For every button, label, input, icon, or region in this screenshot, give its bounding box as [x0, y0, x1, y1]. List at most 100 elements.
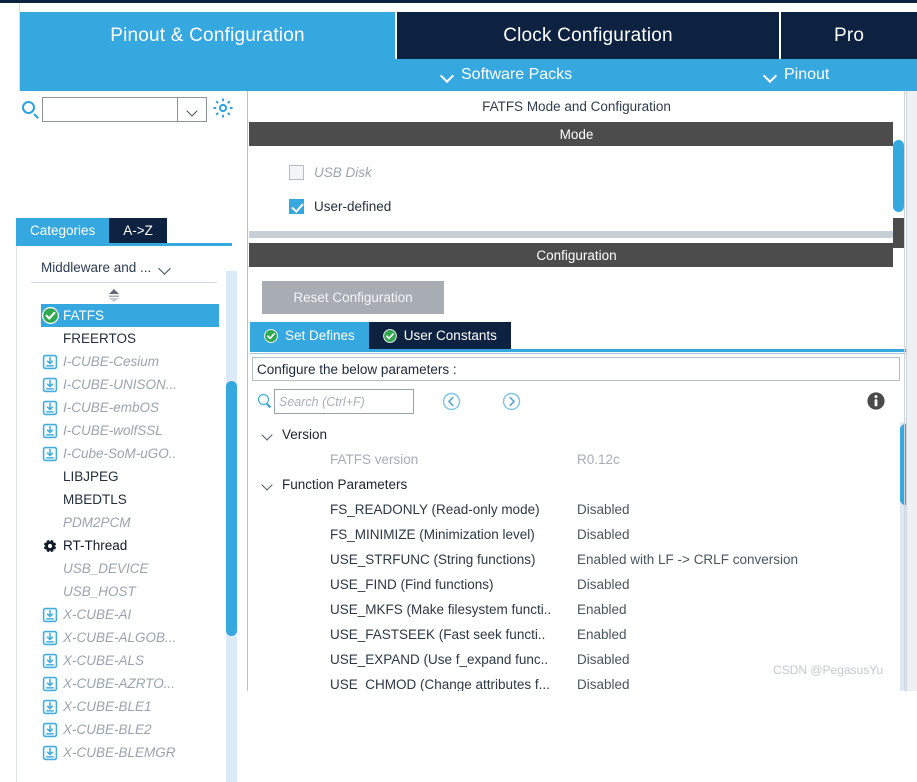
sidebar-search-input[interactable] [43, 98, 177, 121]
tab-a-to-z[interactable]: A->Z [109, 218, 167, 243]
component-list-item[interactable]: I-CUBE-wolfSSL [17, 419, 232, 442]
info-icon[interactable] [866, 391, 886, 411]
window-scrollbar-track[interactable] [906, 91, 917, 691]
circle-right-arrow-icon[interactable] [502, 392, 521, 411]
content-scrollbar-thumb[interactable] [893, 140, 904, 212]
tab-project-manager[interactable]: Pro [781, 12, 917, 59]
checkbox-checked-icon[interactable] [289, 199, 304, 214]
chevron-down-icon [764, 71, 777, 79]
parameter-name: USE_MKFS (Make filesystem functi.. [330, 602, 552, 617]
parameter-row[interactable]: USE_MKFS (Make filesystem functi.. Enable… [252, 597, 900, 622]
sidebar-search-dropdown-button[interactable] [177, 98, 206, 121]
parameter-value[interactable]: Enabled with LF -> CRLF conversion [577, 552, 798, 567]
parameter-group-row[interactable]: Version [252, 422, 900, 447]
component-list-item[interactable]: MBEDTLS [17, 488, 232, 511]
component-list-item[interactable]: FREERTOS [17, 327, 232, 350]
tab-pinout-configuration-label: Pinout & Configuration [110, 24, 305, 46]
mode-section-header: Mode [249, 122, 904, 146]
parameter-name: USE_CHMOD (Change attributes f... [330, 677, 550, 691]
software-packs-menu[interactable]: Software Packs [441, 59, 572, 91]
parameter-row[interactable]: FS_MINIMIZE (Minimization level) Disabled [252, 522, 900, 547]
parameter-name: FS_MINIMIZE (Minimization level) [330, 527, 535, 542]
parameter-name: FATFS version [330, 452, 419, 467]
component-list-item[interactable]: X-CUBE-BLE2 [17, 718, 232, 741]
parameter-row[interactable]: USE_FIND (Find functions) Disabled [252, 572, 900, 597]
component-list-item-label: X-CUBE-BLE2 [63, 721, 152, 737]
mode-option-usb-disk[interactable]: USB Disk [289, 165, 372, 180]
green-check-icon [264, 328, 278, 343]
component-list-item[interactable]: I-CUBE-UNISON... [17, 373, 232, 396]
parameter-name: USE_STRFUNC (String functions) [330, 552, 536, 567]
chevron-down-icon[interactable] [262, 431, 273, 438]
reset-configuration-button[interactable]: Reset Configuration [262, 281, 444, 314]
component-list-item[interactable]: FATFS [41, 304, 219, 327]
component-list-item[interactable]: USB_HOST [17, 580, 232, 603]
tab-pinout-configuration[interactable]: Pinout & Configuration [20, 12, 395, 59]
pinout-menu[interactable]: Pinout [764, 59, 829, 91]
component-list-item[interactable]: I-Cube-SoM-uGO.. [17, 442, 232, 465]
parameter-value[interactable]: Enabled [577, 602, 627, 617]
watermark: CSDN @PegasusYu [773, 663, 884, 677]
green-check-icon [41, 307, 59, 325]
component-list-item[interactable]: LIBJPEG [17, 465, 232, 488]
parameter-value[interactable]: R0.12c [577, 452, 620, 467]
configuration-tab-group: Set Defines User Constants [250, 322, 511, 349]
component-list-item-label: FREERTOS [63, 330, 137, 346]
tab-clock-configuration-label: Clock Configuration [503, 24, 673, 46]
parameter-search-box[interactable] [274, 389, 414, 414]
parameter-value[interactable]: Disabled [577, 677, 630, 691]
component-list: FATFS FREERTOS I-CUBE-Cesium I-CUBE-UNISON.… [17, 304, 232, 782]
sidebar-search-box[interactable] [42, 97, 207, 122]
component-list-item[interactable]: X-CUBE-BLE1 [17, 695, 232, 718]
sidebar-search-row [0, 91, 248, 127]
component-list-item[interactable]: X-CUBE-BLEMGR [17, 741, 232, 764]
tab-clock-configuration[interactable]: Clock Configuration [397, 12, 779, 59]
parameter-value[interactable]: Disabled [577, 652, 630, 667]
parameter-search-input[interactable] [275, 394, 413, 409]
parameter-value[interactable]: Disabled [577, 577, 630, 592]
download-icon [41, 422, 59, 440]
parameter-tree: Version FATFS version R0.12c Function Param… [252, 422, 900, 691]
gear-dark-icon [41, 537, 59, 555]
tab-user-constants[interactable]: User Constants [368, 322, 511, 349]
parameter-value[interactable]: Disabled [577, 527, 630, 542]
parameter-row[interactable]: USE_STRFUNC (String functions) Enabled wi… [252, 547, 900, 572]
checkbox-unchecked-icon[interactable] [289, 165, 304, 180]
download-icon [41, 445, 59, 463]
tab-set-defines[interactable]: Set Defines [250, 322, 369, 349]
component-list-item[interactable]: RT-Thread [17, 534, 232, 557]
component-list-item[interactable]: X-CUBE-ALS [17, 649, 232, 672]
gear-icon[interactable] [212, 97, 234, 122]
component-list-item[interactable]: X-CUBE-AI [17, 603, 232, 626]
no-icon-spacer [41, 491, 59, 509]
component-list-item-label: I-Cube-SoM-uGO.. [63, 445, 177, 461]
circle-left-arrow-icon[interactable] [442, 392, 461, 411]
parameter-group-label: Function Parameters [282, 477, 408, 492]
component-list-item-label: X-CUBE-ALS [63, 652, 145, 668]
parameter-row[interactable]: USE_FASTSEEK (Fast seek functi.. Enabled [252, 622, 900, 647]
tab-categories[interactable]: Categories [16, 218, 110, 243]
parameter-value[interactable]: Enabled [577, 627, 627, 642]
scroll-up-arrow-icon[interactable] [103, 288, 125, 304]
group-middleware-header[interactable]: Middleware and ... [17, 254, 232, 280]
component-list-item-label: LIBJPEG [63, 468, 119, 484]
mode-option-user-defined[interactable]: User-defined [289, 199, 391, 214]
parameter-group-row[interactable]: Function Parameters [252, 472, 900, 497]
component-list-item[interactable]: USB_DEVICE [17, 557, 232, 580]
sidebar-scrollbar-thumb[interactable] [226, 381, 237, 636]
component-list-item-label: X-CUBE-ALGOB... [63, 629, 177, 645]
component-list-item[interactable]: I-CUBE-embOS [17, 396, 232, 419]
component-list-item-label: X-CUBE-BLEMGR [63, 744, 176, 760]
component-list-item[interactable]: PDM2PCM [17, 511, 232, 534]
configure-hint-bar: Configure the below parameters : [252, 357, 900, 381]
parameter-row[interactable]: FS_READONLY (Read-only mode) Disabled [252, 497, 900, 522]
no-icon-spacer [41, 514, 59, 532]
parameter-value[interactable]: Disabled [577, 502, 630, 517]
tab-user-constants-label: User Constants [403, 328, 497, 343]
component-list-item[interactable]: X-CUBE-AZRTO... [17, 672, 232, 695]
parameter-row[interactable]: FATFS version R0.12c [252, 447, 900, 472]
chevron-down-icon[interactable] [262, 481, 273, 488]
component-list-item[interactable]: I-CUBE-Cesium [17, 350, 232, 373]
component-list-item[interactable]: X-CUBE-ALGOB... [17, 626, 232, 649]
configuration-section-header: Configuration [249, 243, 904, 267]
